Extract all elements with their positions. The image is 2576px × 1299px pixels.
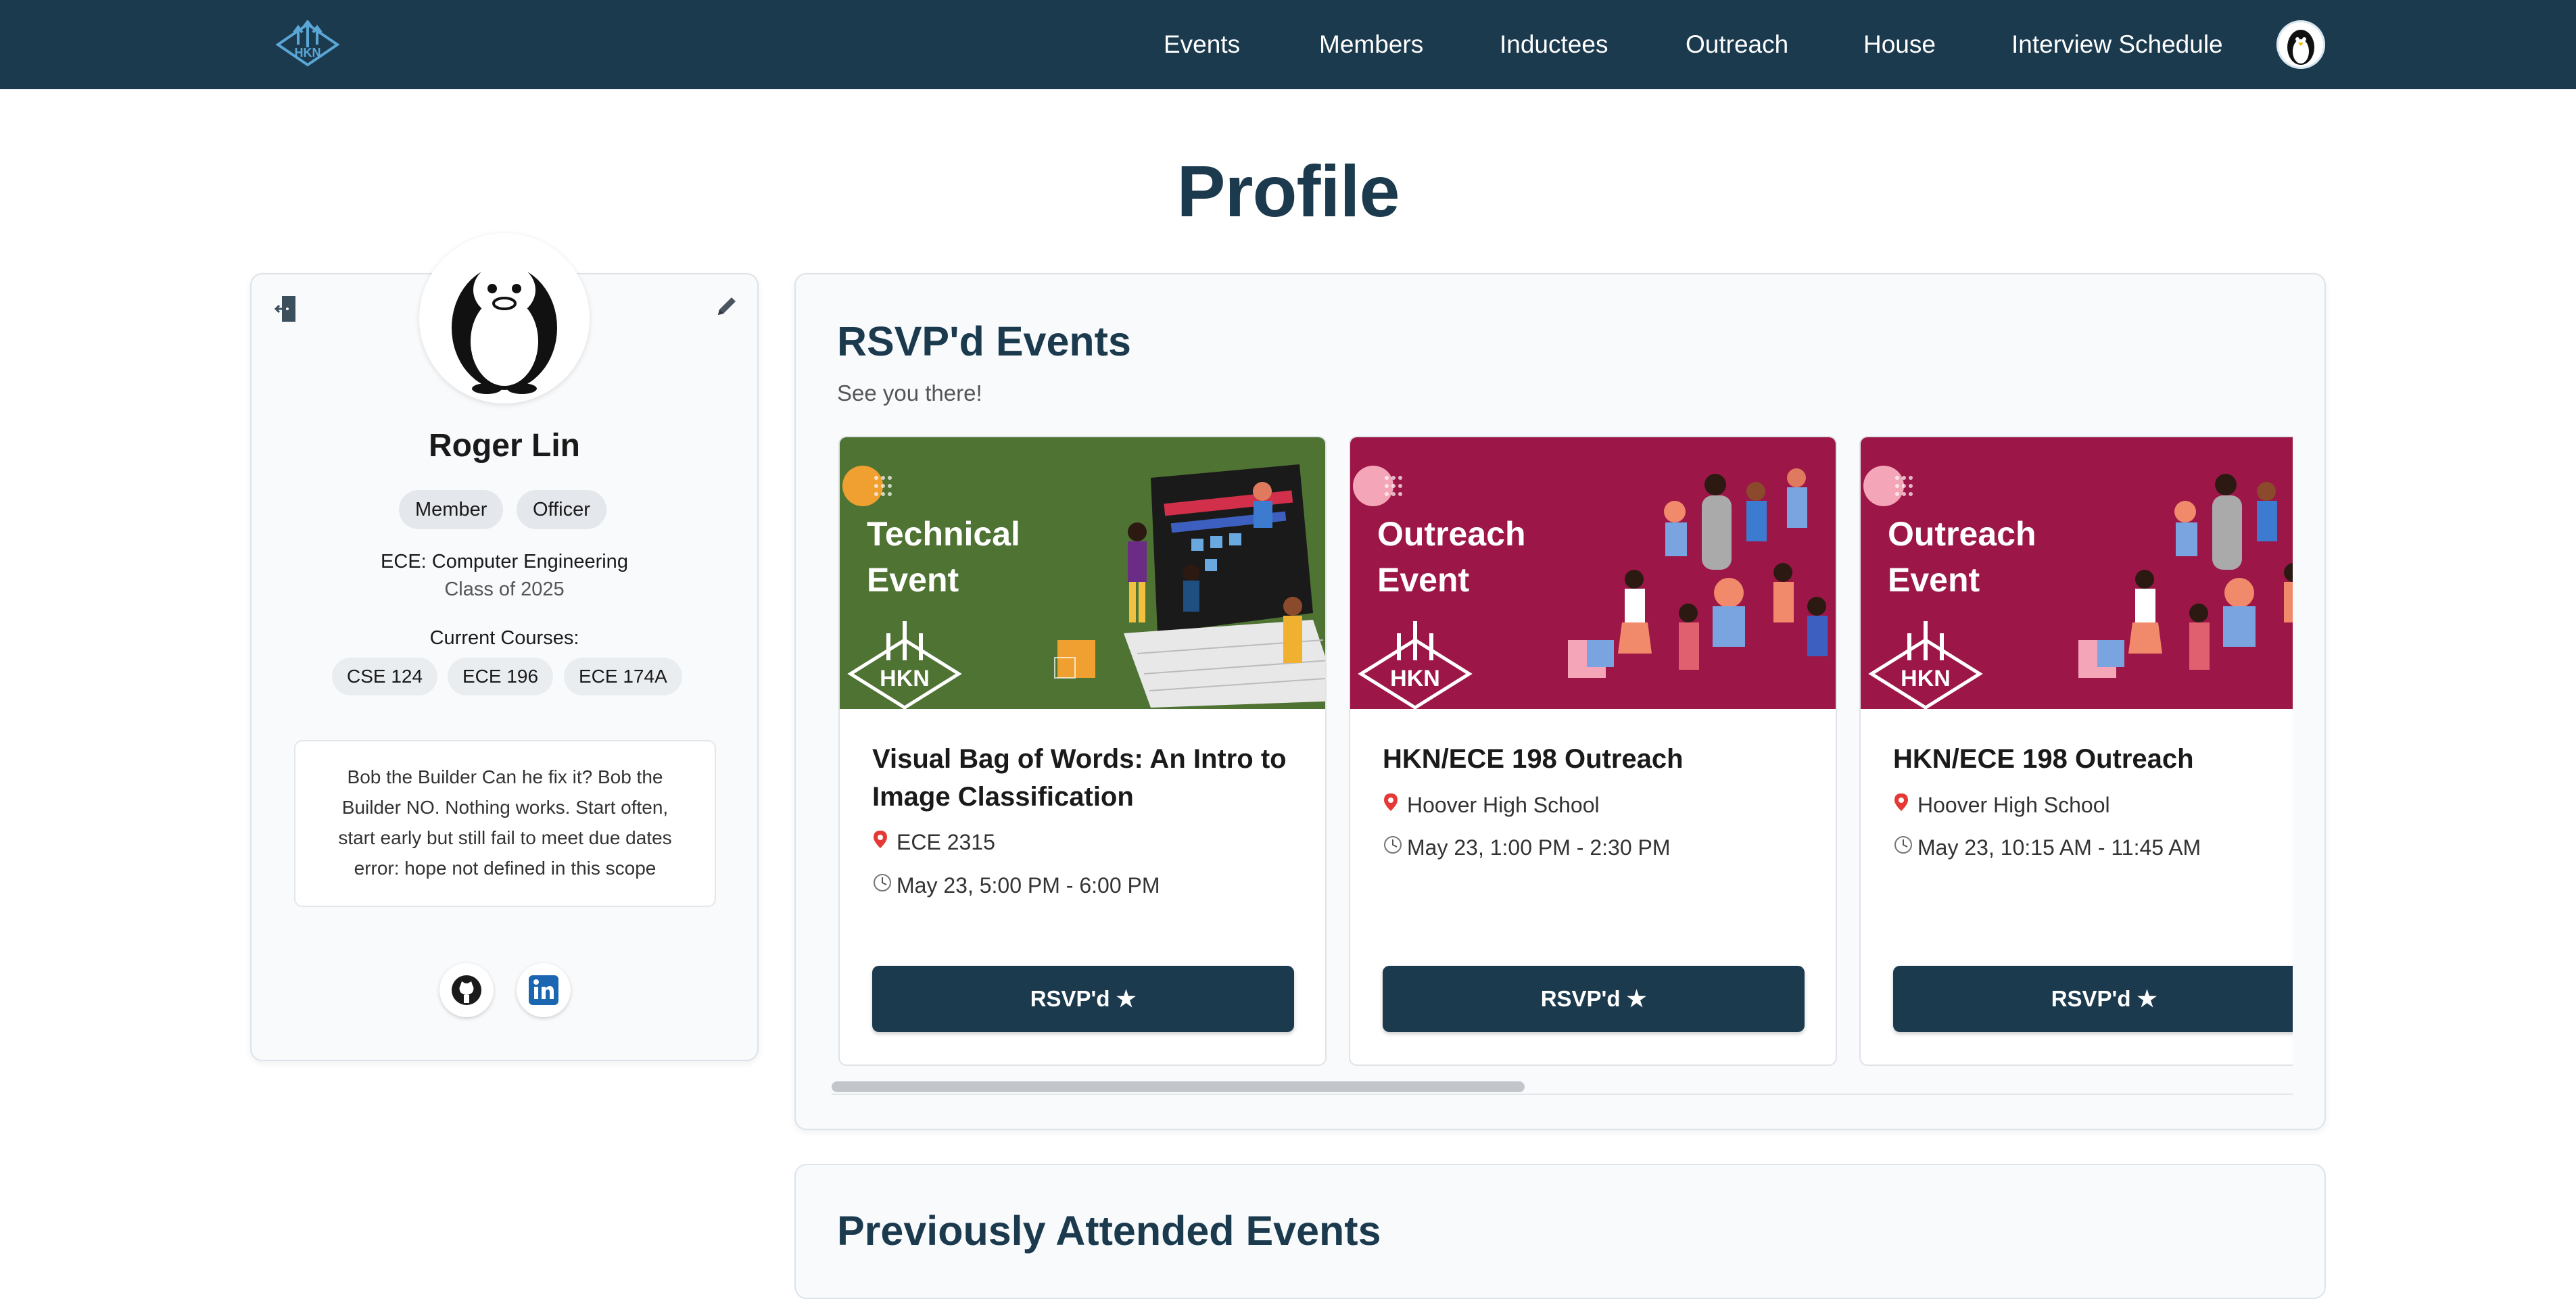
event-time-text: May 23, 5:00 PM - 6:00 PM <box>897 873 1160 898</box>
banner-title-line2: Event <box>1888 561 1980 599</box>
bio-line: Bob the Builder Can he fix it? Bob the <box>347 766 663 787</box>
banner-title-line1: Outreach <box>1888 515 2036 553</box>
location-pin-icon <box>1893 792 1913 818</box>
event-banner: Technical Event HKN <box>840 437 1325 709</box>
profile-name: Roger Lin <box>429 428 580 464</box>
banner-title-line1: Technical <box>867 515 1020 553</box>
svg-text:HKN: HKN <box>295 46 321 59</box>
clock-icon <box>1893 835 1913 860</box>
linkedin-icon <box>529 975 558 1005</box>
bio-line: Builder NO. Nothing works. Start often, <box>341 797 669 818</box>
nav-link-events[interactable]: Events <box>1164 0 1240 89</box>
event-time-text: May 23, 10:15 AM - 11:45 AM <box>1917 835 2201 860</box>
major: ECE: Computer Engineering <box>381 551 628 572</box>
edit-pencil-icon[interactable] <box>714 293 738 320</box>
penguin-icon <box>452 263 557 394</box>
top-nav: HKN Events Members Inductees Outreach Ho… <box>0 0 2576 89</box>
github-icon <box>452 975 481 1005</box>
course-chip: ECE 196 <box>448 658 554 695</box>
event-time: May 23, 5:00 PM - 6:00 PM <box>872 873 1160 898</box>
rsvp-button[interactable]: RSVP'd ★ <box>1893 966 2293 1032</box>
nav-link-members[interactable]: Members <box>1319 0 1423 89</box>
event-time-text: May 23, 1:00 PM - 2:30 PM <box>1407 835 1671 860</box>
event-card[interactable]: Outreach Event HKN HKN/ECE 198 Outreach … <box>1349 436 1837 1066</box>
clock-icon <box>872 873 892 898</box>
svg-text:HKN: HKN <box>880 666 930 691</box>
rsvp-events-title: RSVP'd Events <box>837 318 1131 364</box>
role-badge-member: Member <box>399 490 504 529</box>
nav-link-inductees[interactable]: Inductees <box>1500 0 1608 89</box>
user-avatar-button[interactable] <box>2276 20 2325 69</box>
svg-text:HKN: HKN <box>1390 666 1440 691</box>
event-location: ECE 2315 <box>872 829 995 855</box>
event-title: HKN/ECE 198 Outreach <box>1383 744 1684 774</box>
event-banner: Outreach Event HKN <box>1861 437 2293 709</box>
course-chip: ECE 174A <box>564 658 682 695</box>
role-badge-officer: Officer <box>517 490 606 529</box>
nav-link-outreach[interactable]: Outreach <box>1686 0 1788 89</box>
svg-text:HKN: HKN <box>1901 666 1951 691</box>
github-button[interactable] <box>439 963 494 1017</box>
linkedin-button[interactable] <box>517 963 571 1017</box>
penguin-icon <box>2287 30 2314 65</box>
previous-events-title: Previously Attended Events <box>837 1208 1381 1254</box>
rsvp-button[interactable]: RSVP'd ★ <box>1383 966 1805 1032</box>
profile-avatar <box>419 233 590 403</box>
event-time: May 23, 1:00 PM - 2:30 PM <box>1383 835 1671 860</box>
class-year: Class of 2025 <box>444 579 565 600</box>
event-location: Hoover High School <box>1893 792 2110 818</box>
bio-line: error: hope not defined in this scope <box>354 858 657 879</box>
event-title: HKN/ECE 198 Outreach <box>1893 744 2194 774</box>
event-location-text: Hoover High School <box>1917 793 2110 817</box>
bio-box: Bob the Builder Can he fix it? Bob the B… <box>294 740 716 907</box>
banner-title-line2: Event <box>867 561 959 599</box>
courses-label: Current Courses: <box>429 627 579 649</box>
course-chip: CSE 124 <box>332 658 438 695</box>
rsvp-events-subtitle: See you there! <box>837 381 982 406</box>
page-title: Profile <box>1176 150 1400 232</box>
carousel-scrollbar-thumb[interactable] <box>832 1081 1525 1092</box>
event-time: May 23, 10:15 AM - 11:45 AM <box>1893 835 2201 860</box>
rsvp-button[interactable]: RSVP'd ★ <box>872 966 1294 1032</box>
banner-title-line1: Outreach <box>1377 515 1526 553</box>
event-card[interactable]: Outreach Event HKN HKN/ECE 198 Outreach … <box>1859 436 2293 1066</box>
events-carousel[interactable]: Technical Event HKN Visual Bag of Words:… <box>837 436 2293 1068</box>
hkn-logo[interactable]: HKN <box>274 20 341 69</box>
event-title: Visual Bag of Words: An Intro to Image C… <box>872 744 1287 812</box>
event-location: Hoover High School <box>1383 792 1600 818</box>
logout-icon[interactable] <box>274 292 301 326</box>
nav-link-house[interactable]: House <box>1863 0 1936 89</box>
location-pin-icon <box>872 829 892 855</box>
bio-line: start early but still fail to meet due d… <box>338 827 672 848</box>
event-banner: Outreach Event HKN <box>1350 437 1836 709</box>
event-card[interactable]: Technical Event HKN Visual Bag of Words:… <box>838 436 1327 1066</box>
clock-icon <box>1383 835 1403 860</box>
location-pin-icon <box>1383 792 1403 818</box>
nav-link-interview-schedule[interactable]: Interview Schedule <box>2011 0 2223 89</box>
event-location-text: Hoover High School <box>1407 793 1600 817</box>
banner-title-line2: Event <box>1377 561 1470 599</box>
event-location-text: ECE 2315 <box>897 830 995 854</box>
